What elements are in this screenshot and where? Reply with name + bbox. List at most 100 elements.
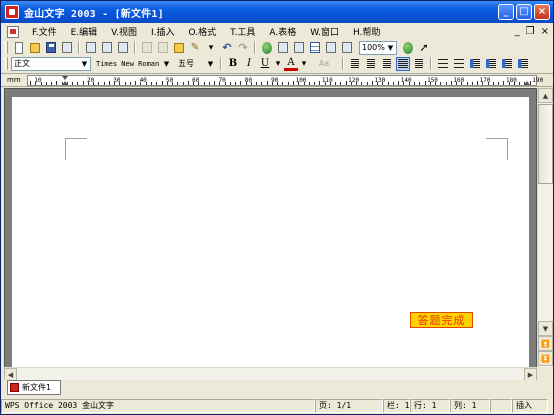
ruler-tick [345, 81, 347, 85]
brush-icon: ✎ [190, 42, 200, 53]
ruler-tick [87, 82, 89, 85]
menu-format[interactable]: O.格式 [182, 25, 224, 38]
underline-dropdown[interactable]: ▾ [274, 57, 282, 71]
bullet-list-button[interactable] [436, 57, 450, 71]
insert-chart-button[interactable] [324, 41, 338, 55]
bold-button[interactable]: B [226, 57, 240, 71]
char-border-button[interactable]: Aa [310, 57, 338, 71]
title-bar[interactable]: 金山文字 2003 - [新文件1] _ □ × [1, 1, 553, 23]
tab-new-file-1[interactable]: 新文件1 [7, 380, 61, 395]
ruler-tick [361, 82, 363, 85]
minimize-button[interactable]: _ [498, 4, 514, 20]
select-pointer-button[interactable]: ➚ [417, 41, 431, 55]
print-button[interactable] [100, 41, 114, 55]
decrease-indent-button[interactable] [468, 57, 482, 71]
ruler-tick [224, 82, 226, 85]
insert-table-button[interactable] [308, 41, 322, 55]
insert-textbox-button[interactable] [292, 41, 306, 55]
font-color-dropdown[interactable]: ▾ [300, 57, 308, 71]
menu-tools[interactable]: T.工具 [223, 25, 262, 38]
copy-button[interactable] [156, 41, 170, 55]
paragraph-spacing-button[interactable] [516, 57, 530, 71]
document-menu-icon[interactable] [7, 25, 19, 38]
horizontal-ruler[interactable]: mm 10 20 30 40 50 60 70 80 90 100 110 120 130 140 150 1… [1, 73, 553, 87]
previous-page-button[interactable]: ⏫ [538, 336, 553, 351]
menu-help[interactable]: H.帮助 [346, 25, 387, 38]
justify-button[interactable] [396, 56, 410, 71]
ruler-tick [77, 82, 79, 85]
close-button[interactable]: × [534, 4, 550, 20]
toolbar-separator [78, 41, 80, 54]
menu-insert[interactable]: I.插入 [144, 25, 182, 38]
menu-edit[interactable]: E.编辑 [64, 25, 105, 38]
toolbar-grip[interactable] [5, 57, 8, 70]
open-file-button[interactable] [28, 41, 42, 55]
status-insert-mode[interactable]: 插入 [512, 398, 548, 413]
insert-object-button[interactable] [340, 41, 354, 55]
paste-button[interactable] [172, 41, 186, 55]
toolbar-separator [220, 57, 222, 70]
font-color-button[interactable]: A [284, 57, 298, 71]
ruler-tick [250, 82, 252, 85]
line-spacing-button[interactable] [500, 57, 514, 71]
toolbar-grip[interactable] [5, 41, 8, 54]
numbered-list-button[interactable] [452, 57, 466, 71]
doc-close-button[interactable]: × [541, 26, 549, 37]
right-indent-marker[interactable] [524, 81, 530, 85]
ruler-tick [356, 82, 358, 85]
document-page[interactable]: 答题完成 [12, 97, 529, 369]
align-left-button[interactable] [348, 57, 362, 71]
chevron-down-icon: ▼ [387, 43, 394, 52]
font-size-select[interactable]: 五号 ▼ [175, 57, 217, 71]
maximize-button[interactable]: □ [516, 4, 532, 20]
ruler-tick [51, 82, 53, 85]
redo-button[interactable]: ↷ [236, 41, 250, 55]
style-select[interactable]: 正文 ▼ [11, 56, 91, 71]
italic-button[interactable]: I [242, 57, 256, 71]
ruler-tick [203, 82, 205, 85]
help-button[interactable] [401, 41, 415, 55]
insert-image-button[interactable] [276, 41, 290, 55]
doc-restore-button[interactable]: ❐ [526, 26, 535, 37]
ruler-tick [119, 82, 121, 85]
format-painter-button[interactable]: ✎ [188, 41, 202, 55]
hyperlink-button[interactable] [260, 41, 274, 55]
window-title: 金山文字 2003 - [新文件1] [24, 8, 164, 20]
left-indent-marker[interactable] [62, 81, 68, 85]
horizontal-scrollbar[interactable]: ◀ ▶ [4, 367, 537, 381]
menu-file[interactable]: F.文件 [25, 25, 64, 38]
menu-window[interactable]: W.窗口 [303, 25, 346, 38]
doc-minimize-button[interactable]: _ [515, 26, 520, 37]
save-as-button[interactable] [60, 41, 74, 55]
align-center-button[interactable] [364, 57, 378, 71]
new-file-button[interactable] [12, 41, 26, 55]
print-preview-button[interactable] [84, 41, 98, 55]
vertical-scroll-thumb[interactable] [538, 104, 553, 184]
underline-button[interactable]: U [258, 57, 272, 71]
next-page-button[interactable]: ⏬ [538, 351, 553, 366]
ruler-track[interactable]: 10 20 30 40 50 60 70 80 90 100 110 120 130 140 150 160 1… [27, 75, 543, 86]
status-app-name: WPS Office 2003 金山文字 [1, 398, 315, 413]
style-value: 正文 [14, 59, 30, 68]
spellcheck-button[interactable] [116, 41, 130, 55]
zoom-select[interactable]: 100% ▼ [359, 40, 397, 55]
save-as-icon [62, 42, 72, 53]
align-right-button[interactable] [380, 57, 394, 71]
save-button[interactable] [44, 41, 58, 55]
format-painter-dropdown[interactable]: ▾ [204, 41, 218, 55]
app-logo-icon[interactable] [5, 5, 19, 19]
toolbar-separator [430, 57, 432, 70]
first-line-indent-marker[interactable] [62, 76, 68, 80]
distribute-button[interactable] [412, 57, 426, 71]
undo-button[interactable]: ↶ [220, 41, 234, 55]
scroll-up-button[interactable]: ▲ [538, 88, 553, 103]
cut-button[interactable] [140, 41, 154, 55]
object-icon [342, 42, 352, 53]
menu-view[interactable]: V.视图 [104, 25, 144, 38]
increase-indent-button[interactable] [484, 57, 498, 71]
menu-table[interactable]: A.表格 [262, 25, 303, 38]
scroll-down-button[interactable]: ▼ [538, 321, 553, 336]
vertical-scrollbar[interactable]: ▲ ▼ ⏫ ⏬ [537, 88, 553, 367]
align-right-icon [383, 59, 391, 68]
font-select[interactable]: Times New Roman ▼ [93, 57, 173, 71]
